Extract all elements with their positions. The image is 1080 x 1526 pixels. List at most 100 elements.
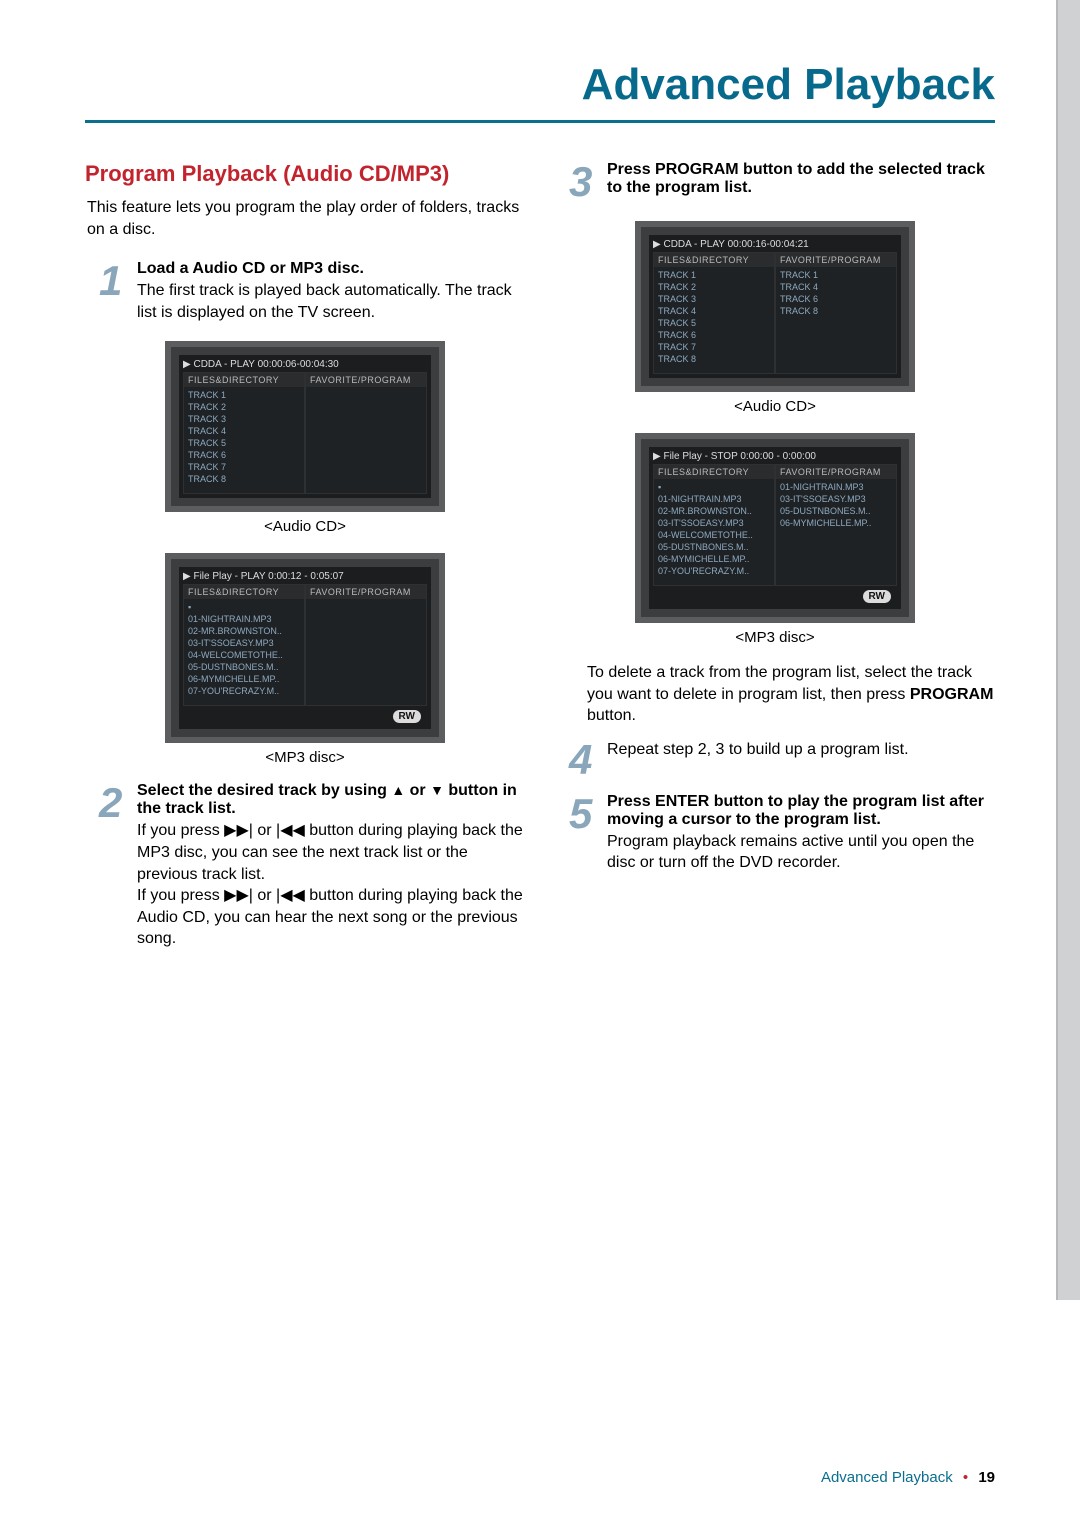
section-intro: This feature lets you program the play o…: [87, 197, 525, 240]
list-item: TRACK 1: [658, 269, 770, 281]
list-item: TRACK 3: [658, 293, 770, 305]
right-column: 3 Press PROGRAM button to add the select…: [555, 161, 995, 956]
ss-mp31-right-list: [306, 599, 426, 609]
step-1-num: 1: [99, 260, 129, 323]
ss-cd2-left-header: FILES&DIRECTORY: [654, 253, 774, 267]
list-item: TRACK 5: [658, 317, 770, 329]
step-2-text-b: If you press ▶▶| or |◀◀ button during pl…: [137, 885, 525, 950]
list-item: 01-NIGHTRAIN.MP3: [188, 613, 300, 625]
ss-cd1-right-header: FAVORITE/PROGRAM: [306, 373, 426, 387]
caption-mp3-1: <MP3 disc>: [85, 749, 525, 766]
ss-mp31-right-header: FAVORITE/PROGRAM: [306, 585, 426, 599]
list-item: 06-MYMICHELLE.MP..: [658, 553, 770, 565]
list-item: 04-WELCOMETOTHE..: [188, 649, 300, 661]
list-item: 06-MYMICHELLE.MP..: [780, 517, 892, 529]
ss-cd1-status: ▶ CDDA - PLAY 00:00:06-00:04:30: [183, 359, 427, 370]
prev-track-icon: |◀◀: [276, 822, 305, 839]
footer-dot-icon: •: [963, 1469, 968, 1486]
list-item: TRACK 5: [188, 437, 300, 449]
step-5-num: 5: [569, 793, 599, 874]
list-item: TRACK 6: [780, 293, 892, 305]
list-item: 01-NIGHTRAIN.MP3: [658, 493, 770, 505]
list-item: 03-IT'SSOEASY.MP3: [658, 517, 770, 529]
list-item: TRACK 4: [658, 305, 770, 317]
list-item: TRACK 4: [188, 425, 300, 437]
step-4-text: Repeat step 2, 3 to build up a program l…: [607, 739, 995, 761]
ss-cd2-status: ▶ CDDA - PLAY 00:00:16-00:04:21: [653, 239, 897, 250]
list-item: 04-WELCOMETOTHE..: [658, 529, 770, 541]
list-item: TRACK 7: [658, 341, 770, 353]
list-item: 02-MR.BROWNSTON..: [658, 505, 770, 517]
list-item: TRACK 6: [658, 329, 770, 341]
list-item: ▪: [658, 481, 770, 493]
step-5-text: Program playback remains active until yo…: [607, 831, 995, 874]
section-title: Program Playback (Audio CD/MP3): [85, 161, 525, 187]
list-item: TRACK 7: [188, 461, 300, 473]
next-track-icon: ▶▶|: [224, 887, 253, 904]
ss-cd1-right-list: [306, 387, 426, 397]
delete-note: To delete a track from the program list,…: [587, 662, 995, 727]
list-item: TRACK 8: [658, 353, 770, 365]
footer-category: Advanced Playback: [821, 1469, 953, 1486]
page-footer: Advanced Playback • 19: [821, 1469, 995, 1486]
step-2-head: Select the desired track by using ▲ or ▼…: [137, 782, 525, 818]
list-item: 05-DUSTNBONES.M..: [780, 505, 892, 517]
list-item: TRACK 1: [188, 389, 300, 401]
list-item: 05-DUSTNBONES.M..: [658, 541, 770, 553]
left-column: Program Playback (Audio CD/MP3) This fea…: [85, 161, 525, 956]
page-title: Advanced Playback: [582, 60, 995, 110]
list-item: 06-MYMICHELLE.MP..: [188, 673, 300, 685]
caption-mp3-2: <MP3 disc>: [555, 629, 995, 646]
list-item: 03-IT'SSOEASY.MP3: [188, 637, 300, 649]
list-item: 07-YOU'RECRAZY.M..: [658, 565, 770, 577]
ss-cd2-right-list: TRACK 1TRACK 4TRACK 6TRACK 8: [776, 267, 896, 325]
ss-mp32-left-list: ▪01-NIGHTRAIN.MP302-MR.BROWNSTON..03-IT'…: [654, 479, 774, 585]
step-3-head: Press PROGRAM button to add the selected…: [607, 161, 995, 197]
ss-mp32-badge: RW: [653, 590, 891, 603]
ss-mp32-right-header: FAVORITE/PROGRAM: [776, 465, 896, 479]
ss-mp31-left-header: FILES&DIRECTORY: [184, 585, 304, 599]
list-item: TRACK 1: [780, 269, 892, 281]
step-1-head: Load a Audio CD or MP3 disc.: [137, 260, 525, 278]
footer-page-number: 19: [978, 1469, 995, 1486]
ss-cd2-left-list: TRACK 1TRACK 2TRACK 3TRACK 4TRACK 5TRACK…: [654, 267, 774, 373]
list-item: 02-MR.BROWNSTON..: [188, 625, 300, 637]
header-rule: [85, 120, 995, 123]
section-title-text: Program Playback (Audio CD/MP3): [85, 161, 449, 186]
caption-audio-cd-2: <Audio CD>: [555, 398, 995, 415]
step-5: 5 Press ENTER button to play the program…: [569, 793, 995, 874]
triangle-down-icon: ▼: [430, 782, 444, 798]
step-5-head: Press ENTER button to play the program l…: [607, 793, 995, 829]
step-2-text-a: If you press ▶▶| or |◀◀ button during pl…: [137, 820, 525, 885]
next-track-icon: ▶▶|: [224, 822, 253, 839]
list-item: TRACK 2: [188, 401, 300, 413]
ss-mp31-left-list: ▪01-NIGHTRAIN.MP302-MR.BROWNSTON..03-IT'…: [184, 599, 304, 705]
page: Advanced Playback Program Playback (Audi…: [0, 0, 1080, 1526]
list-item: ▪: [188, 601, 300, 613]
list-item: TRACK 8: [188, 473, 300, 485]
step-1-text: The first track is played back automatic…: [137, 280, 525, 323]
ss-cd2-right-header: FAVORITE/PROGRAM: [776, 253, 896, 267]
ss-mp31-status: ▶ File Play - PLAY 0:00:12 - 0:05:07: [183, 571, 427, 582]
step-4: 4 Repeat step 2, 3 to build up a program…: [569, 739, 995, 781]
step-3: 3 Press PROGRAM button to add the select…: [569, 161, 995, 203]
screenshot-audio-cd-1: ▶ CDDA - PLAY 00:00:06-00:04:30 FILES&DI…: [165, 341, 445, 512]
screenshot-audio-cd-2: ▶ CDDA - PLAY 00:00:16-00:04:21 FILES&DI…: [635, 221, 915, 392]
list-item: 03-IT'SSOEASY.MP3: [780, 493, 892, 505]
prev-track-icon: |◀◀: [276, 887, 305, 904]
ss-mp31-badge: RW: [183, 710, 421, 723]
list-item: TRACK 2: [658, 281, 770, 293]
list-item: TRACK 6: [188, 449, 300, 461]
list-item: TRACK 8: [780, 305, 892, 317]
ss-mp32-left-header: FILES&DIRECTORY: [654, 465, 774, 479]
step-2-num: 2: [99, 782, 129, 950]
step-4-num: 4: [569, 739, 599, 781]
list-item: TRACK 4: [780, 281, 892, 293]
list-item: TRACK 3: [188, 413, 300, 425]
list-item: 05-DUSTNBONES.M..: [188, 661, 300, 673]
triangle-up-icon: ▲: [391, 782, 405, 798]
caption-audio-cd-1: <Audio CD>: [85, 518, 525, 535]
screenshot-mp3-1: ▶ File Play - PLAY 0:00:12 - 0:05:07 FIL…: [165, 553, 445, 743]
step-1: 1 Load a Audio CD or MP3 disc. The first…: [99, 260, 525, 323]
step-2: 2 Select the desired track by using ▲ or…: [99, 782, 525, 950]
